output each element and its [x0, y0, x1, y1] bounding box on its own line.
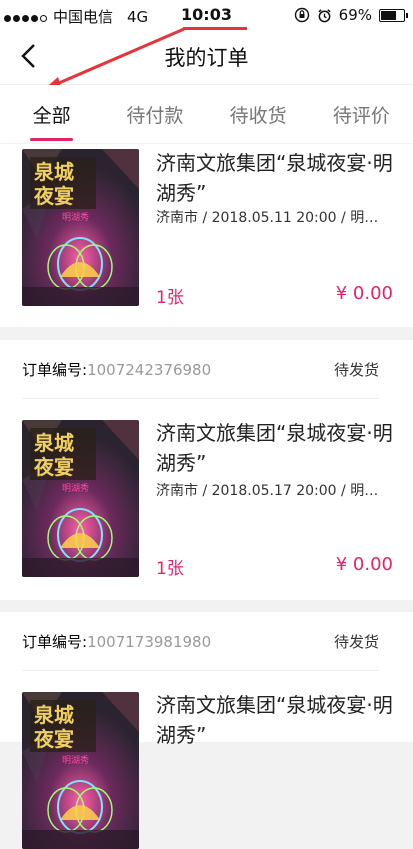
- svg-text:明湖秀: 明湖秀: [62, 482, 89, 494]
- svg-text:泉城: 泉城: [33, 703, 74, 727]
- tab-pending-payment[interactable]: 待付款: [103, 85, 206, 143]
- order-card[interactable]: 订单编号:1007173981980 待发货 泉城 夜宴 明湖秀 济南文旅集团“…: [0, 612, 413, 849]
- order-status: 待发货: [333, 360, 379, 379]
- quantity: 1张: [156, 559, 184, 579]
- product-name: 济南文旅集团“泉城夜宴·明湖秀”: [156, 693, 393, 747]
- page-title: 我的订单: [164, 46, 249, 70]
- price: ¥ 0.00: [335, 554, 393, 575]
- order-number-value: 1007173981980: [87, 632, 212, 651]
- svg-text:明湖秀: 明湖秀: [62, 211, 89, 223]
- order-number: 订单编号:1007242376980: [22, 359, 211, 380]
- order-number-value: 1007242376980: [87, 360, 212, 379]
- show-poster-image: 泉城 夜宴 明湖秀: [22, 420, 139, 577]
- order-number-label: 订单编号:: [22, 360, 88, 379]
- alarm-icon: [318, 8, 331, 22]
- show-poster-image: 泉城 夜宴 明湖秀: [22, 692, 139, 849]
- product-meta: 济南市 / 2018.05.17 20:00 / 明…: [156, 483, 379, 499]
- order-tabs: 全部 待付款 待收货 待评价: [0, 85, 413, 143]
- quantity: 1张: [156, 288, 184, 308]
- svg-text:夜宴: 夜宴: [33, 455, 74, 479]
- svg-text:泉城: 泉城: [33, 160, 74, 184]
- price: ¥ 0.00: [335, 283, 393, 304]
- product-meta: 济南市 / 2018.05.11 20:00 / 明…: [156, 210, 379, 226]
- order-header: 订单编号:1007242376980 待发货: [22, 340, 379, 399]
- battery-icon: [379, 8, 408, 22]
- order-card[interactable]: 泉城 夜宴 明湖秀 济南文旅集团“泉城夜宴·明湖秀” 济南市 / 2018.05…: [0, 144, 413, 327]
- nav-header: 我的订单: [0, 30, 413, 85]
- order-number: 订单编号:1007173981980: [22, 631, 211, 652]
- product-name: 济南文旅集团“泉城夜宴·明湖秀”: [156, 151, 393, 205]
- status-bar: 中国电信 4G 10:03 69%: [0, 0, 413, 30]
- show-poster-image: 泉城 夜宴 明湖秀: [22, 149, 139, 306]
- product-name: 济南文旅集团“泉城夜宴·明湖秀”: [156, 421, 393, 475]
- battery-percent: 69%: [338, 6, 372, 24]
- order-status: 待发货: [333, 632, 379, 651]
- status-right: 69%: [294, 6, 408, 24]
- order-number-label: 订单编号:: [22, 632, 88, 651]
- svg-text:明湖秀: 明湖秀: [62, 754, 89, 766]
- svg-text:夜宴: 夜宴: [33, 184, 74, 208]
- svg-text:泉城: 泉城: [33, 431, 74, 455]
- order-header: 订单编号:1007173981980 待发货: [22, 612, 379, 671]
- tab-pending-review[interactable]: 待评价: [310, 85, 413, 143]
- tab-all[interactable]: 全部: [0, 85, 103, 143]
- order-card[interactable]: 订单编号:1007242376980 待发货 泉城 夜宴 明湖秀 济南文旅集团“…: [0, 340, 413, 600]
- orientation-lock-icon: [294, 7, 309, 23]
- tab-pending-receipt[interactable]: 待收货: [207, 85, 310, 143]
- svg-text:夜宴: 夜宴: [33, 727, 74, 751]
